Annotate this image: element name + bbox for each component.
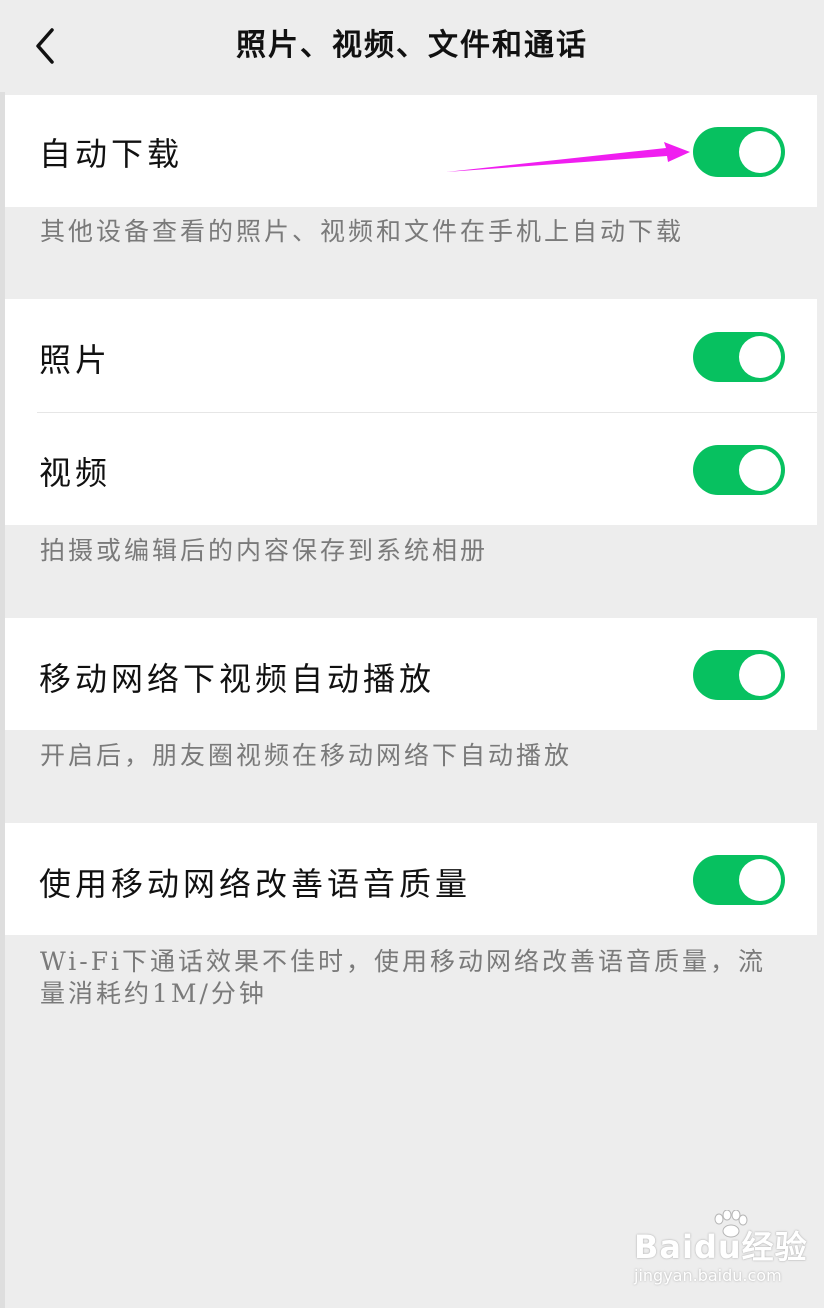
setting-label: 视频 — [39, 454, 112, 492]
note-line: 量消耗约1M/分钟 — [40, 979, 267, 1008]
back-button[interactable] — [26, 22, 70, 70]
videos-toggle[interactable] — [693, 445, 785, 495]
watermark-logo: Baidu经验 — [634, 1228, 808, 1266]
voice-quality-toggle[interactable] — [693, 855, 785, 905]
annotation-arrow-icon — [446, 142, 690, 172]
setting-label: 移动网络下视频自动播放 — [39, 660, 436, 698]
setting-label: 照片 — [39, 341, 112, 379]
autoplay-card: 移动网络下视频自动播放 — [5, 618, 817, 730]
toggle-knob — [739, 859, 781, 901]
save-to-album-card: 照片 视频 — [5, 299, 817, 525]
setting-row-auto-download[interactable]: 自动下载 — [5, 95, 817, 207]
auto-download-toggle[interactable] — [693, 127, 785, 177]
autoplay-note: 开启后，朋友圈视频在移动网络下自动播放 — [40, 741, 573, 770]
toggle-knob — [739, 336, 781, 378]
setting-row-voice-quality[interactable]: 使用移动网络改善语音质量 — [5, 823, 817, 935]
save-to-album-note: 拍摄或编辑后的内容保存到系统相册 — [40, 536, 489, 565]
setting-row-photos[interactable]: 照片 — [5, 299, 817, 412]
nav-bar: 照片、视频、文件和通话 — [0, 0, 824, 92]
page-title: 照片、视频、文件和通话 — [236, 28, 588, 63]
toggle-knob — [739, 449, 781, 491]
setting-row-videos[interactable]: 视频 — [5, 413, 817, 525]
photos-toggle[interactable] — [693, 332, 785, 382]
setting-row-autoplay[interactable]: 移动网络下视频自动播放 — [5, 618, 817, 730]
auto-download-note: 其他设备查看的照片、视频和文件在手机上自动下载 — [40, 217, 685, 246]
note-line: Wi-Fi下通话效果不佳时，使用移动网络改善语音质量，流 — [40, 947, 767, 976]
setting-label: 自动下载 — [39, 135, 184, 173]
voice-quality-note: Wi-Fi下通话效果不佳时，使用移动网络改善语音质量，流 量消耗约1M/分钟 — [40, 946, 800, 1010]
chevron-left-icon — [36, 28, 54, 64]
autoplay-toggle[interactable] — [693, 650, 785, 700]
setting-label: 使用移动网络改善语音质量 — [39, 865, 472, 903]
baidu-watermark: Baidu经验 jingyan.baidu.com — [620, 1210, 807, 1290]
auto-download-card: 自动下载 — [5, 95, 817, 207]
watermark-url: jingyan.baidu.com — [634, 1266, 782, 1285]
toggle-knob — [739, 654, 781, 696]
voice-quality-card: 使用移动网络改善语音质量 — [5, 823, 817, 935]
toggle-knob — [739, 131, 781, 173]
